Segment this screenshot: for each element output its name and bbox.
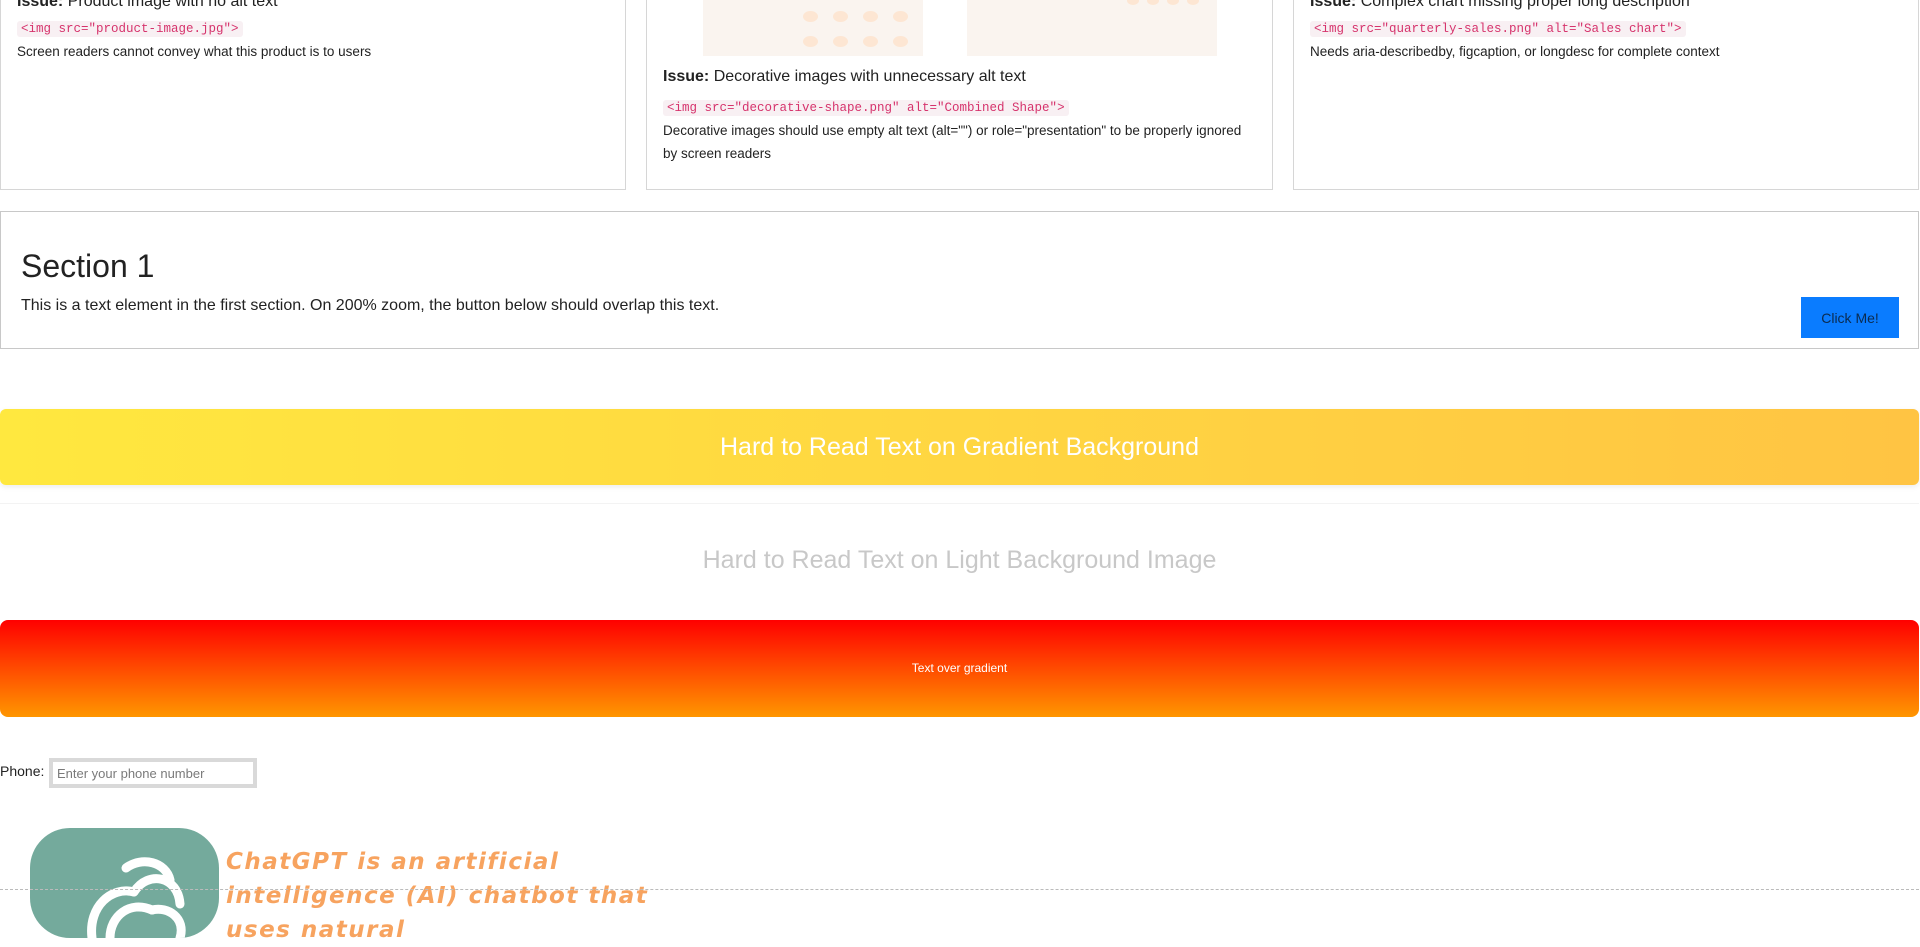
issue-label: Issue: bbox=[663, 68, 710, 85]
phone-label: Phone: bbox=[0, 763, 45, 779]
issue-text: Decorative images with unnecessary alt t… bbox=[713, 68, 1026, 85]
issue-heading: Issue: Decorative images with unnecessar… bbox=[663, 68, 1026, 86]
issue-text: Product image with no alt text bbox=[67, 0, 278, 10]
decorative-dot bbox=[1147, 0, 1159, 5]
divider bbox=[0, 889, 1919, 891]
issue-note: Screen readers cannot convey what this p… bbox=[17, 44, 372, 59]
decorative-shape-image bbox=[967, 0, 1217, 56]
decorative-dot bbox=[863, 36, 878, 47]
issue-label: Issue: bbox=[17, 0, 64, 10]
decorative-shape-image bbox=[703, 0, 923, 56]
chatgpt-logo-icon bbox=[87, 857, 186, 938]
issue-card-decorative-image: Issue: Decorative images with unnecessar… bbox=[646, 0, 1273, 190]
decorative-dot bbox=[833, 11, 848, 22]
issue-heading: Issue: Complex chart missing proper long… bbox=[1310, 0, 1690, 11]
decorative-dot bbox=[893, 36, 908, 47]
chatgpt-description: ChatGPT is an artificial intelligence (A… bbox=[226, 849, 649, 943]
issue-label: Issue: bbox=[1310, 0, 1357, 10]
decorative-dot bbox=[1127, 0, 1139, 5]
light-banner-text: Hard to Read Text on Light Background Im… bbox=[702, 546, 1217, 574]
decorative-dot bbox=[1187, 0, 1199, 5]
section-text: This is a text element in the first sect… bbox=[21, 297, 720, 314]
phone-input[interactable] bbox=[49, 758, 257, 788]
red-banner-text: Text over gradient bbox=[911, 661, 1008, 675]
chatgpt-logo-image bbox=[30, 828, 219, 938]
code-snippet: <img src="quarterly-sales.png" alt="Sale… bbox=[1310, 21, 1686, 37]
gradient-banner-text: Hard to Read Text on Gradient Background bbox=[720, 433, 1199, 461]
issue-note: Decorative images should use empty alt t… bbox=[663, 123, 1242, 161]
red-gradient-banner: Text over gradient bbox=[0, 620, 1919, 717]
issue-card-complex-chart: Issue: Complex chart missing proper long… bbox=[1293, 0, 1919, 190]
issue-text: Complex chart missing proper long descri… bbox=[1360, 0, 1690, 10]
decorative-dot bbox=[803, 36, 818, 47]
click-me-button[interactable]: Click Me! bbox=[1801, 297, 1899, 338]
code-snippet: <img src="decorative-shape.png" alt="Com… bbox=[663, 100, 1069, 116]
decorative-dot bbox=[803, 11, 818, 22]
code-snippet: <img src="product-image.jpg"> bbox=[17, 21, 243, 37]
light-image-banner: Hard to Read Text on Light Background Im… bbox=[0, 503, 1919, 616]
issue-note: Needs aria-describedby, figcaption, or l… bbox=[1310, 44, 1720, 59]
issue-card-product-image: Issue: Product image with no alt text <i… bbox=[0, 0, 626, 190]
decorative-dot bbox=[863, 11, 878, 22]
decorative-dot bbox=[1167, 0, 1179, 5]
decorative-dot bbox=[893, 11, 908, 22]
issue-heading: Issue: Product image with no alt text bbox=[17, 0, 278, 11]
gradient-banner: Hard to Read Text on Gradient Background bbox=[0, 409, 1919, 485]
section-title: Section 1 bbox=[21, 248, 155, 284]
decorative-dot bbox=[833, 36, 848, 47]
section-1: Section 1 This is a text element in the … bbox=[0, 211, 1919, 349]
